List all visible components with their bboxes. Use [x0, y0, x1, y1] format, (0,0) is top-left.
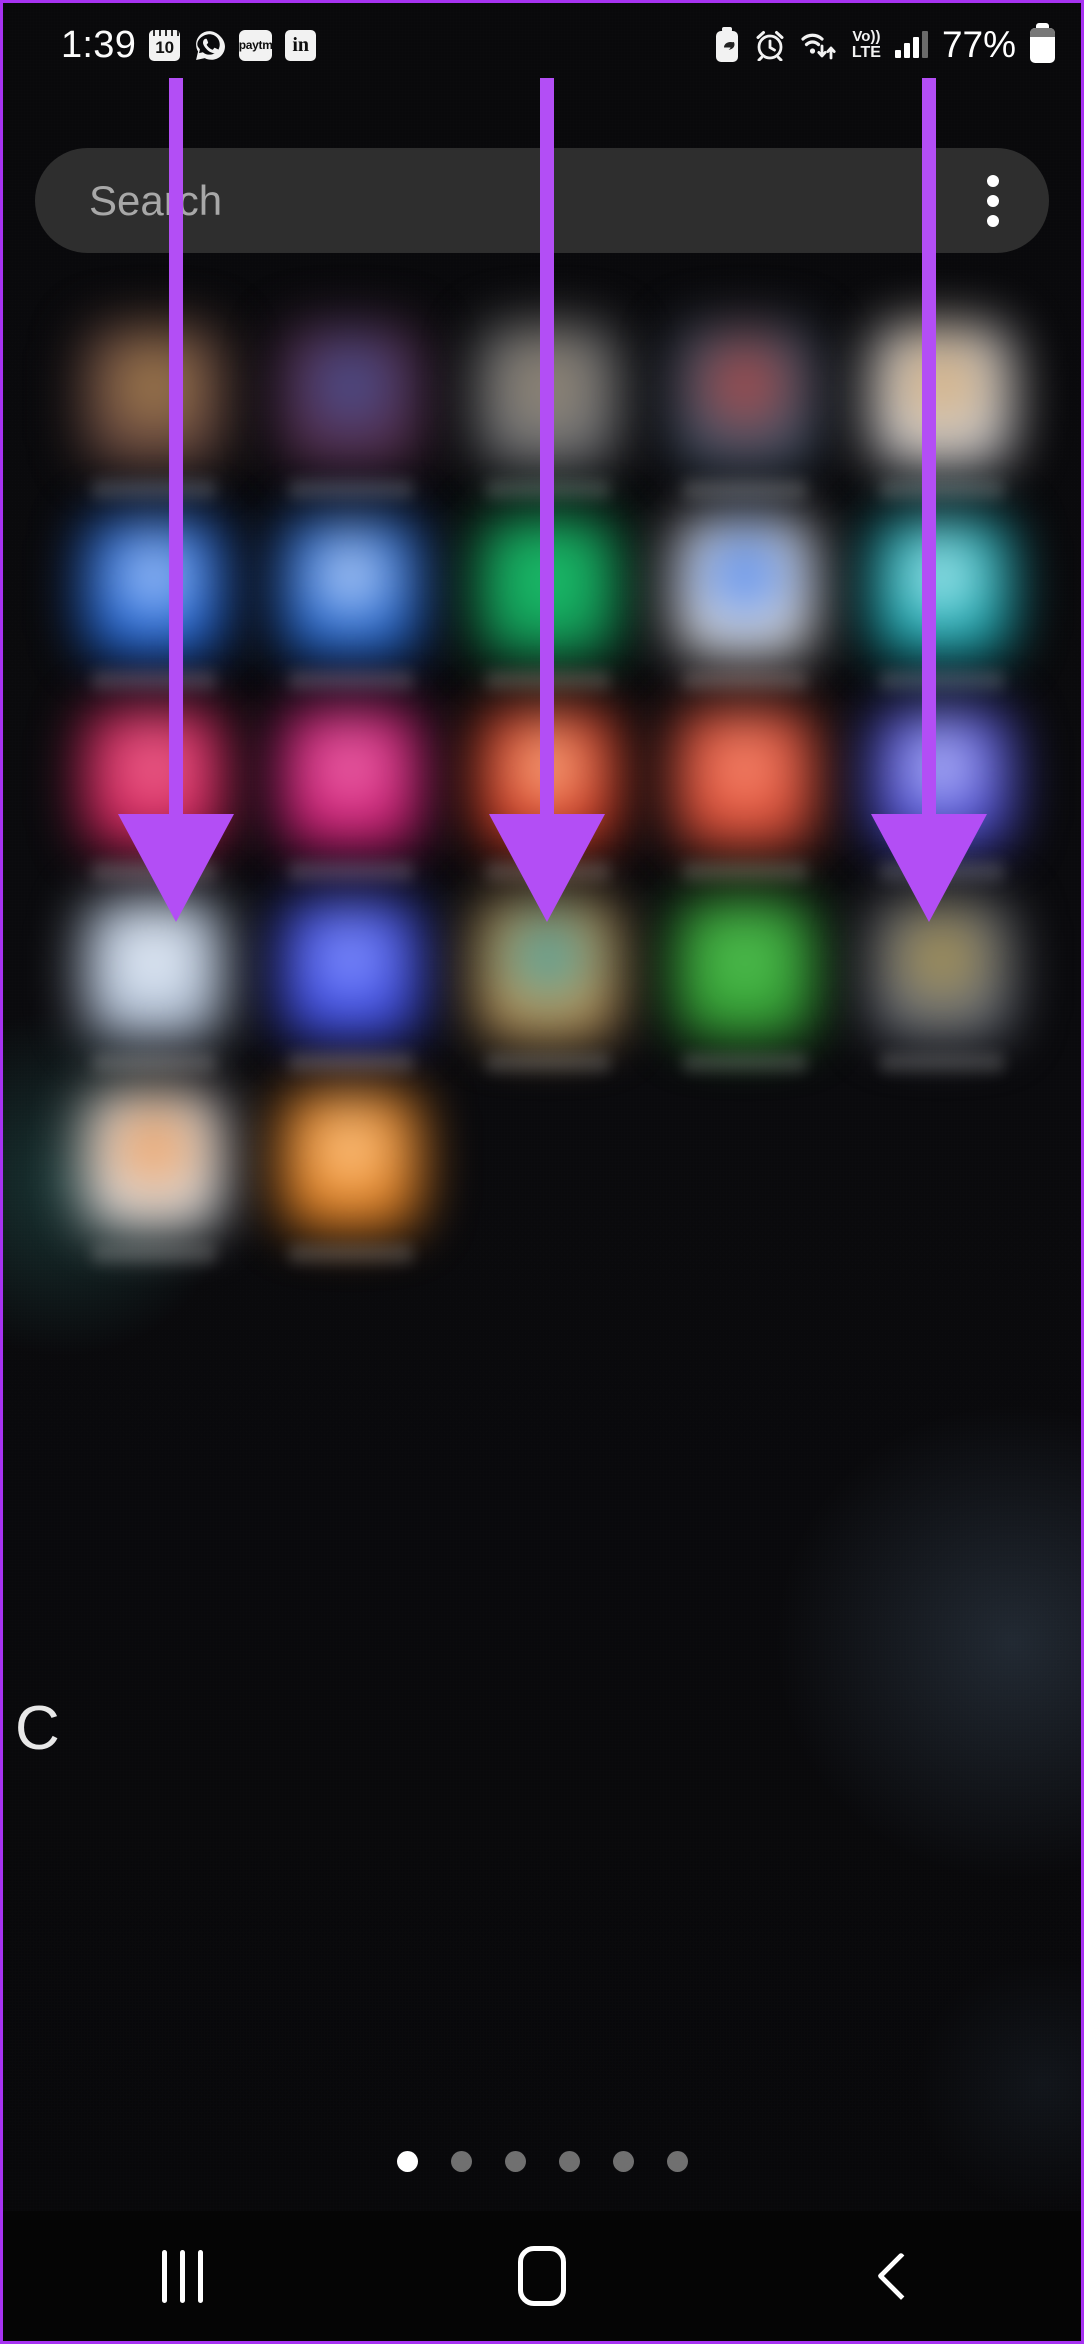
- app-item[interactable]: [646, 308, 843, 499]
- app-label: [288, 1053, 413, 1072]
- app-icon: [83, 517, 224, 657]
- swipe-down-arrow-left: [117, 78, 234, 926]
- volte-icon: Vo)) LTE: [851, 28, 881, 61]
- status-bar-left: 1:39 10 paytm in: [61, 23, 317, 67]
- app-label: [485, 1053, 610, 1072]
- arrow-shaft: [168, 78, 183, 818]
- app-label: [91, 1053, 216, 1072]
- swipe-down-arrow-center: [488, 78, 605, 926]
- app-label: [682, 480, 807, 499]
- app-icon: [871, 517, 1012, 657]
- app-icon: [280, 899, 421, 1039]
- search-input[interactable]: Search: [89, 177, 222, 225]
- back-button[interactable]: [826, 2226, 976, 2326]
- page-dot[interactable]: [450, 2151, 472, 2172]
- alarm-icon: [754, 29, 786, 61]
- app-icon: [280, 517, 421, 657]
- linkedin-icon: in: [285, 29, 317, 61]
- app-item[interactable]: [843, 499, 1040, 690]
- status-bar: 1:39 10 paytm in Vo)) LTE 77%: [3, 3, 1081, 87]
- app-icon: [871, 326, 1012, 466]
- navigation-bar: [3, 2211, 1081, 2341]
- battery-saver-icon: [714, 27, 740, 63]
- page-dot[interactable]: [504, 2151, 526, 2172]
- app-label: [288, 862, 413, 881]
- calendar-icon: 10: [149, 29, 181, 61]
- app-icon: [280, 1090, 421, 1230]
- app-label: [288, 671, 413, 690]
- app-item[interactable]: [252, 499, 449, 690]
- signal-bars-icon: [894, 31, 928, 58]
- page-dot[interactable]: [396, 2151, 418, 2172]
- app-grid-row: [55, 1072, 1040, 1263]
- app-label: [879, 1053, 1004, 1072]
- recents-icon: [162, 2249, 204, 2303]
- more-options-icon[interactable]: [977, 165, 1009, 237]
- recents-button[interactable]: [108, 2226, 258, 2326]
- calendar-icon-day: 10: [149, 29, 181, 61]
- app-item[interactable]: [55, 308, 252, 499]
- battery-percentage: 77%: [941, 24, 1016, 65]
- app-item[interactable]: [252, 690, 449, 881]
- app-label: [879, 480, 1004, 499]
- app-icon: [674, 708, 815, 848]
- app-label: [288, 480, 413, 499]
- battery-icon: [1030, 22, 1055, 63]
- page-dot[interactable]: [666, 2151, 688, 2172]
- app-label: [879, 671, 1004, 690]
- app-item[interactable]: [55, 1072, 252, 1263]
- app-icon: [280, 708, 421, 848]
- app-item[interactable]: [646, 881, 843, 1072]
- app-label: [288, 1244, 413, 1263]
- app-label: [682, 1053, 807, 1072]
- page-indicator[interactable]: [3, 2151, 1081, 2172]
- app-item[interactable]: [843, 308, 1040, 499]
- phone-screen: 1:39 10 paytm in Vo)) LTE 77% Search C: [0, 0, 1084, 2344]
- app-label: [91, 671, 216, 690]
- back-icon: [877, 2251, 926, 2301]
- swipe-down-arrow-right: [870, 78, 987, 926]
- app-item[interactable]: [646, 499, 843, 690]
- app-icon: [674, 326, 815, 466]
- app-label: [91, 1244, 216, 1263]
- whatsapp-icon: [193, 29, 226, 62]
- app-item[interactable]: [55, 499, 252, 690]
- app-icon: [674, 517, 815, 657]
- page-dot[interactable]: [558, 2151, 580, 2172]
- arrow-shaft: [921, 78, 936, 818]
- wifi-data-icon: [800, 28, 838, 62]
- app-label: [682, 862, 807, 881]
- status-clock: 1:39: [61, 23, 137, 66]
- status-bar-right: Vo)) LTE 77%: [714, 22, 1055, 66]
- app-item[interactable]: [252, 308, 449, 499]
- arrow-shaft: [539, 78, 554, 818]
- arrow-head: [117, 814, 234, 922]
- app-label: [682, 671, 807, 690]
- app-item[interactable]: [646, 690, 843, 881]
- edge-artifact: C: [15, 1694, 60, 1763]
- app-label: [91, 480, 216, 499]
- arrow-head: [870, 814, 987, 922]
- app-item[interactable]: [252, 1072, 449, 1263]
- app-icon: [83, 326, 224, 466]
- paytm-icon: paytm: [239, 29, 273, 61]
- app-icon: [674, 899, 815, 1039]
- home-button[interactable]: [467, 2226, 617, 2326]
- app-icon: [280, 326, 421, 466]
- arrow-head: [488, 814, 605, 922]
- home-icon: [517, 2246, 566, 2306]
- app-item[interactable]: [252, 881, 449, 1072]
- page-dot[interactable]: [612, 2151, 634, 2172]
- app-icon: [83, 1090, 224, 1230]
